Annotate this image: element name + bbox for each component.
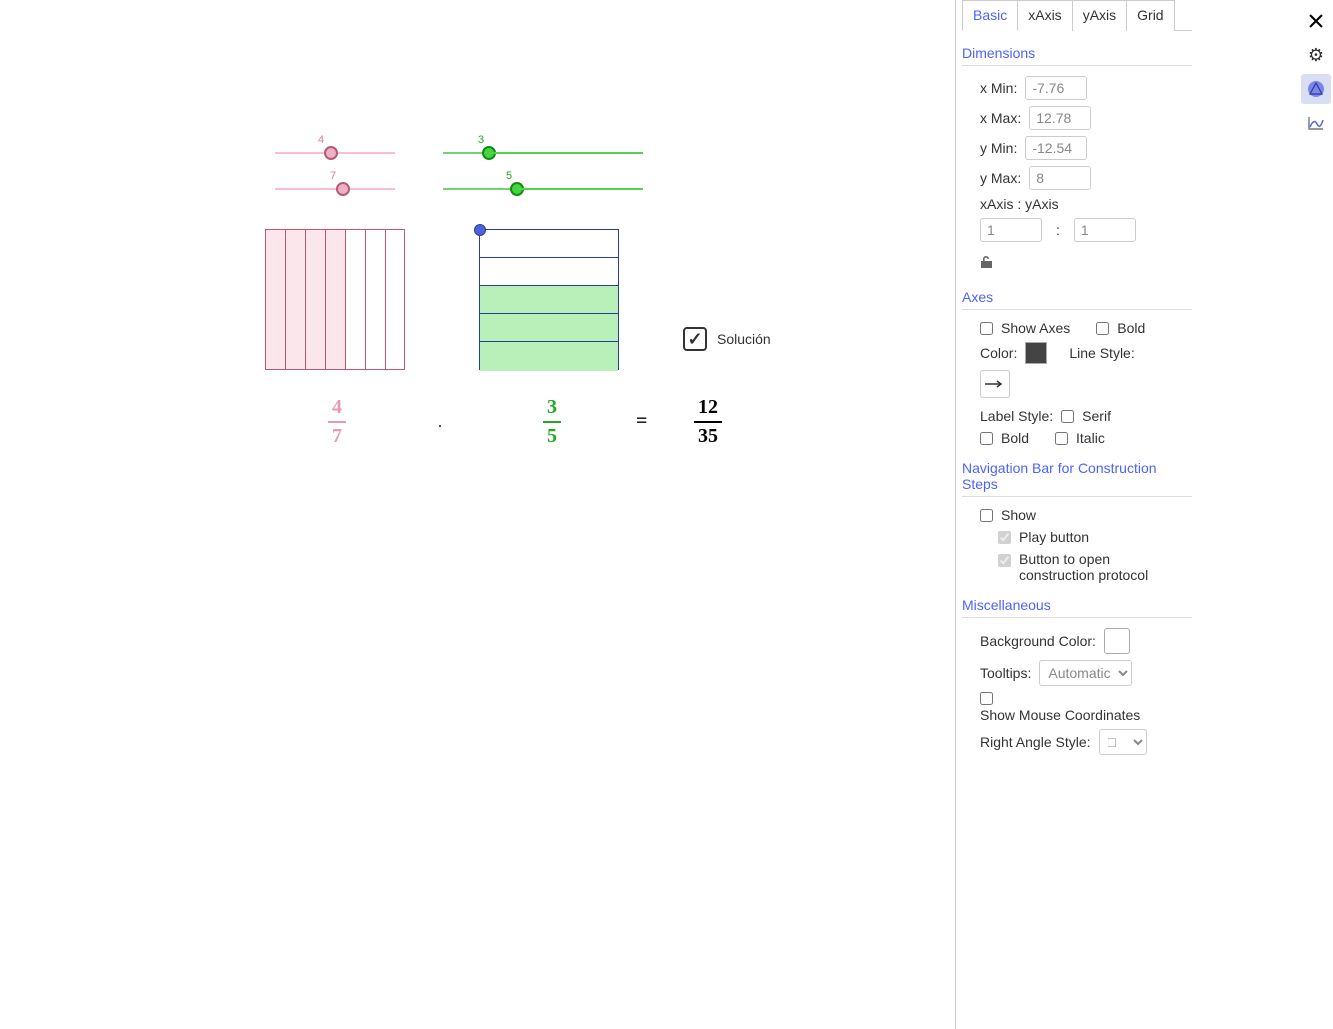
ymin-label: y Min: — [980, 140, 1017, 156]
slider-denominator-pink[interactable]: 7 — [275, 188, 395, 190]
line-style-label: Line Style: — [1069, 345, 1134, 361]
slider-thumb[interactable] — [482, 146, 496, 160]
settings-button[interactable]: ⚙ — [1301, 40, 1331, 70]
bg-color-label: Background Color: — [980, 633, 1096, 649]
xmin-label: x Min: — [980, 80, 1017, 96]
slider-numerator-green[interactable]: 3 — [443, 152, 643, 154]
label-bold-checkbox[interactable] — [980, 432, 993, 445]
solution-toggle[interactable]: ✓ Solución — [683, 327, 771, 351]
section-navigation: Navigation Bar for Construction Steps — [962, 460, 1192, 492]
nav-protocol-label: Button to open construction protocol — [1019, 551, 1179, 583]
show-axes-checkbox[interactable] — [980, 322, 993, 335]
gear-icon: ⚙ — [1308, 45, 1324, 66]
label-italic-checkbox[interactable] — [1055, 432, 1068, 445]
side-toolbar: ⚙ — [1299, 0, 1333, 1029]
axes-color-swatch[interactable] — [1025, 342, 1047, 364]
right-angle-select[interactable]: □ — [1099, 729, 1147, 755]
ymax-label: y Max: — [980, 170, 1021, 186]
mouse-coords-checkbox[interactable] — [980, 692, 993, 705]
settings-panel: Basic xAxis yAxis Grid Dimensions x Min:… — [955, 0, 1198, 1029]
nav-show-label: Show — [1001, 507, 1036, 523]
graphics-view-button[interactable] — [1301, 74, 1331, 104]
show-axes-label: Show Axes — [1001, 320, 1070, 336]
ymax-input[interactable] — [1029, 166, 1091, 190]
right-angle-label: Right Angle Style: — [980, 734, 1091, 750]
fraction-pink: 4 7 — [328, 396, 346, 448]
slider-denominator-green[interactable]: 5 — [443, 188, 643, 190]
tab-xaxis[interactable]: xAxis — [1017, 0, 1072, 31]
ratio-x-input[interactable] — [980, 218, 1042, 242]
solution-label: Solución — [717, 331, 771, 347]
axes-bold-label: Bold — [1117, 320, 1145, 336]
equals-operator: = — [636, 410, 647, 433]
checkbox-icon[interactable]: ✓ — [683, 327, 707, 351]
label-bold-label: Bold — [1001, 430, 1029, 446]
slider-value-label: 4 — [318, 134, 324, 146]
slider-thumb[interactable] — [336, 182, 350, 196]
graphics-icon — [1306, 80, 1326, 98]
nav-show-checkbox[interactable] — [980, 509, 993, 522]
close-button[interactable] — [1301, 6, 1331, 36]
ratio-separator: : — [1050, 222, 1066, 238]
slider-numerator-pink[interactable]: 4 — [275, 152, 395, 154]
axes-bold-checkbox[interactable] — [1096, 322, 1109, 335]
section-misc: Miscellaneous — [962, 597, 1192, 613]
tab-grid[interactable]: Grid — [1126, 0, 1174, 31]
multiply-operator: · — [437, 416, 443, 437]
xmin-input[interactable] — [1025, 76, 1087, 100]
nav-play-label: Play button — [1019, 529, 1089, 545]
slider-thumb[interactable] — [510, 182, 524, 196]
nav-play-checkbox — [998, 531, 1011, 544]
fraction-model-pink[interactable] — [265, 229, 405, 370]
xmax-label: x Max: — [980, 110, 1021, 126]
serif-checkbox[interactable] — [1061, 410, 1074, 423]
color-label: Color: — [980, 345, 1017, 361]
fraction-green: 3 5 — [543, 396, 561, 448]
fraction-result: 12 35 — [694, 396, 722, 448]
slider-value-label: 7 — [330, 170, 336, 182]
tooltips-label: Tooltips: — [980, 665, 1031, 681]
ratio-y-input[interactable] — [1074, 218, 1136, 242]
slider-value-label: 3 — [478, 134, 484, 146]
section-axes: Axes — [962, 289, 1192, 305]
slider-thumb[interactable] — [324, 146, 338, 160]
bg-color-swatch[interactable] — [1104, 628, 1130, 654]
curve-icon — [1306, 114, 1326, 132]
section-dimensions: Dimensions — [962, 45, 1192, 61]
fraction-model-green[interactable] — [479, 229, 619, 370]
mouse-coords-label: Show Mouse Coordinates — [980, 707, 1140, 723]
label-style-label: Label Style: — [980, 408, 1053, 424]
lock-open-icon[interactable] — [980, 254, 998, 275]
ymin-input[interactable] — [1025, 136, 1087, 160]
tab-basic[interactable]: Basic — [962, 0, 1018, 31]
tab-yaxis[interactable]: yAxis — [1072, 0, 1127, 31]
tooltips-select[interactable]: Automatic — [1039, 660, 1132, 686]
axis-ratio-label: xAxis : yAxis — [980, 196, 1059, 212]
nav-protocol-checkbox — [998, 554, 1011, 567]
label-italic-label: Italic — [1076, 430, 1105, 446]
settings-tabs: Basic xAxis yAxis Grid — [962, 0, 1192, 31]
graphics2-view-button[interactable] — [1301, 108, 1331, 138]
line-style-selector[interactable] — [980, 370, 1010, 398]
serif-label: Serif — [1082, 408, 1111, 424]
xmax-input[interactable] — [1029, 106, 1091, 130]
slider-value-label: 5 — [506, 170, 512, 182]
graphics-canvas[interactable]: 4 7 3 5 — [0, 0, 955, 1029]
